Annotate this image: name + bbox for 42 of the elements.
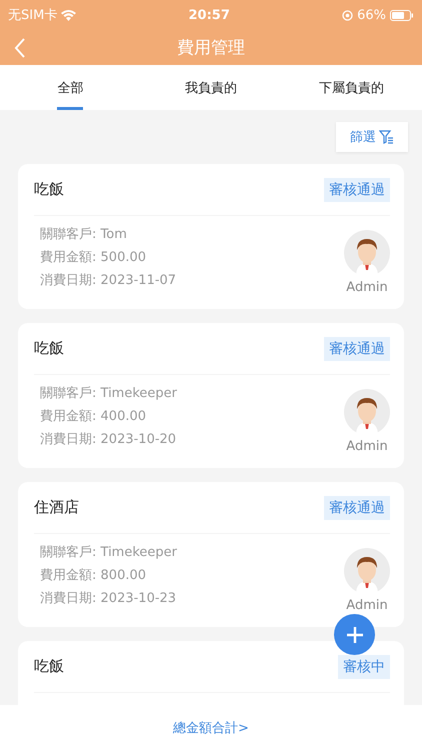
clock-text: 20:57 (188, 8, 230, 22)
expense-detail: 消費日期: 2023-10-20 (40, 431, 178, 449)
expense-detail: 消費日期: 2023-10-23 (40, 590, 178, 608)
status-tag: 審核通過 (324, 336, 390, 360)
expense-detail: 費用金額: 500.00 (40, 249, 148, 267)
avatar-icon (344, 389, 390, 435)
expense-card[interactable]: 吃飯 審核中 (18, 641, 404, 705)
filter-button[interactable]: 篩選 (336, 122, 408, 152)
expense-title: 吃飯 (34, 339, 64, 358)
expense-card[interactable]: 吃飯 審核通過 關聯客戶: Timekeeper 費用金額: 400.00 消費日期: 2023-10-20 Admin (18, 323, 404, 468)
owner-name: Admin (346, 598, 388, 613)
status-tag: 審核通過 (324, 178, 390, 202)
expense-title: 住酒店 (34, 498, 79, 517)
filter-icon (379, 130, 394, 144)
owner-name: Admin (346, 439, 388, 454)
expense-detail: 費用金額: 400.00 (40, 408, 148, 426)
back-icon[interactable] (14, 38, 26, 58)
plus-icon (346, 626, 364, 644)
expense-title: 吃飯 (34, 657, 64, 676)
tab[interactable]: 全部 (0, 65, 141, 110)
rotation-lock-icon (342, 10, 354, 20)
expense-detail: 關聯客戶: Tom (40, 226, 128, 244)
carrier-text: 无SIM卡 (8, 6, 76, 24)
battery-icon (390, 10, 414, 20)
wifi-icon (61, 10, 76, 20)
total-amount-link[interactable]: 總金額合計> (173, 718, 249, 736)
expense-title: 吃飯 (34, 180, 64, 199)
expense-detail: 關聯客戶: Timekeeper (40, 385, 178, 403)
expense-detail: 消費日期: 2023-11-07 (40, 272, 176, 290)
battery-text: 66% (357, 8, 386, 22)
expense-card[interactable]: 住酒店 審核通過 關聯客戶: Timekeeper 費用金額: 800.00 消費日期: 2023-10-23 Admin (18, 482, 404, 627)
expense-detail: 關聯客戶: Timekeeper (40, 544, 178, 562)
status-tag: 審核中 (338, 654, 390, 678)
tab[interactable]: 我負責的 (140, 65, 282, 110)
status-tag: 審核通過 (324, 496, 390, 520)
owner-name: Admin (346, 280, 388, 295)
expense-card[interactable]: 吃飯 審核通過 關聯客戶: Tom 費用金額: 500.00 消費日期: 2023-11-07 Admin (18, 164, 404, 309)
avatar-icon (344, 230, 390, 276)
avatar-icon (344, 548, 390, 594)
page-title: 費用管理 (177, 37, 245, 59)
tab[interactable]: 下屬負責的 (281, 65, 422, 110)
expense-detail: 費用金額: 800.00 (40, 567, 148, 585)
